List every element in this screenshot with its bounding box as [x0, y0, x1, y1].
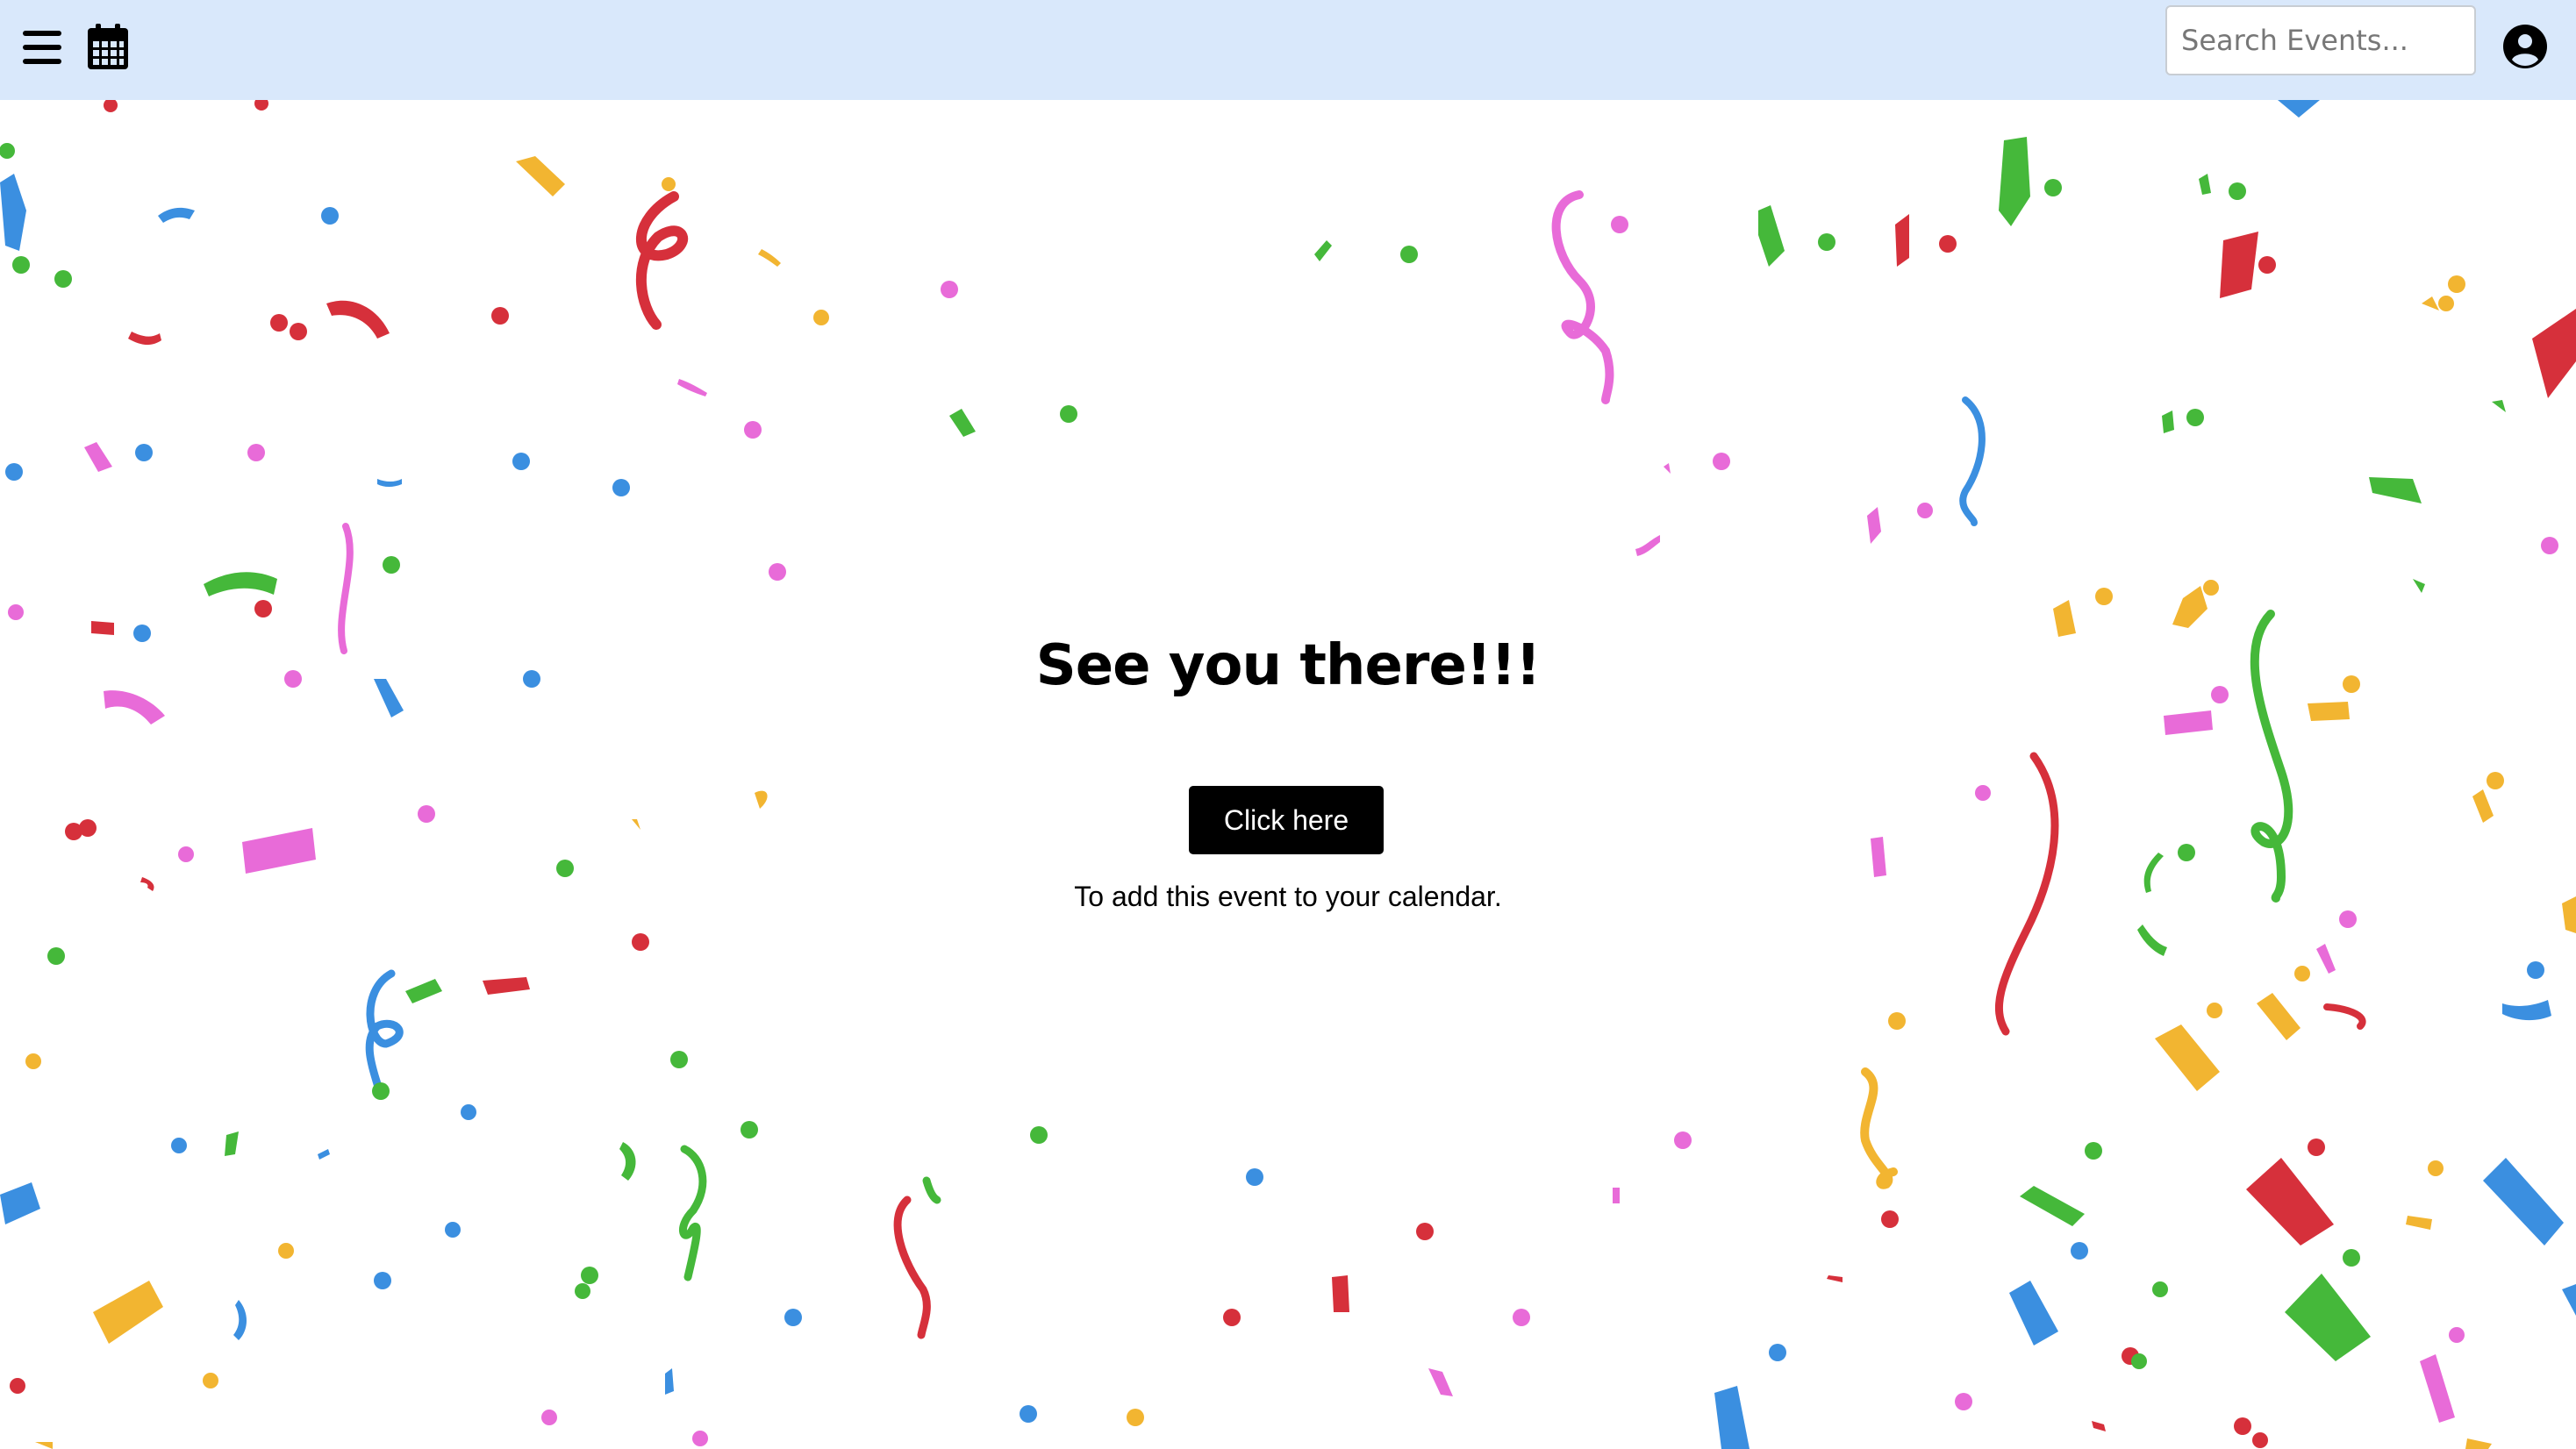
menu-bar	[23, 31, 61, 36]
page: See you there!!! Click here To add this …	[0, 0, 2576, 1449]
confetti-background	[0, 100, 2576, 1449]
user-account-icon[interactable]	[2502, 24, 2548, 69]
menu-bar	[23, 45, 61, 50]
search-events-input[interactable]	[2165, 5, 2476, 75]
add-to-calendar-button[interactable]: Click here	[1189, 786, 1384, 854]
menu-bar	[23, 59, 61, 64]
calendar-icon[interactable]	[84, 21, 132, 72]
calendar-icon-glyph	[88, 24, 128, 69]
user-circle-icon	[2503, 25, 2547, 68]
hamburger-menu-icon[interactable]	[19, 25, 65, 70]
top-navigation-bar	[0, 0, 2576, 100]
